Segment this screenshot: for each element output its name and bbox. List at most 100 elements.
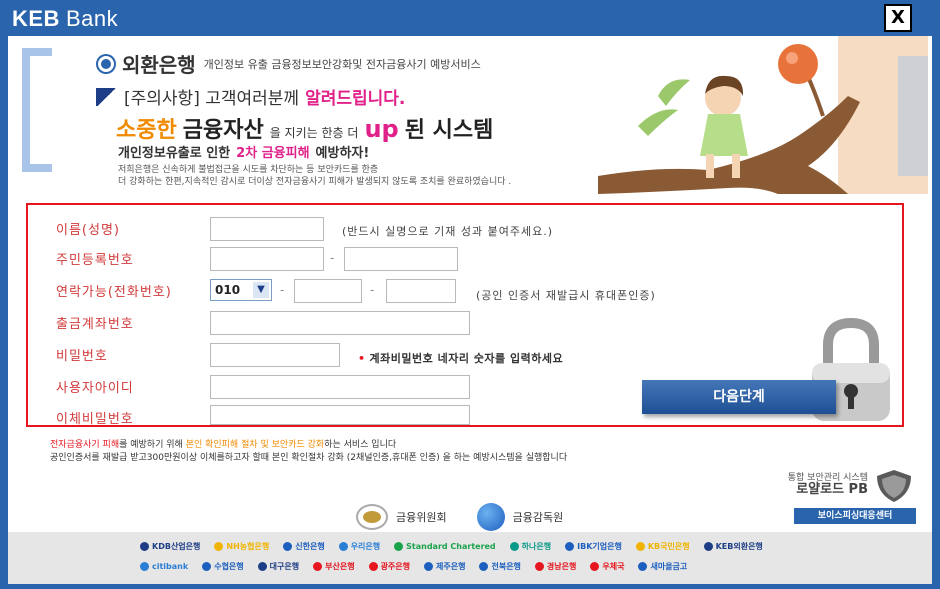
notice-line: [주의사항] 고객여러분께 알려드립니다.: [96, 84, 405, 109]
partner-bank-logo: 우리은행: [338, 541, 380, 552]
partner-bank-name: NH농협은행: [226, 542, 270, 551]
headline-small: 을 지키는 한층 더: [269, 126, 359, 140]
notice-banner: 외환은행 개인정보 유출 금융정보보안강화및 전자금융사기 예방서비스 [주의사…: [8, 36, 932, 196]
partner-bank-logo: 경남은행: [534, 561, 577, 572]
bank-logo-icon: [368, 562, 378, 571]
phone-dash-2: -: [370, 283, 375, 297]
bank-logo-icon: [703, 542, 713, 551]
partner-bank-name: KB국민은행: [647, 542, 690, 551]
rrn-dash: -: [330, 251, 335, 265]
subline-b: 예방하자!: [315, 146, 370, 161]
partner-bank-name: 제주은행: [436, 562, 466, 571]
bank-logo-icon: [214, 542, 224, 551]
girl-on-branch-illustration: [598, 36, 928, 194]
bank-logo-icon: [257, 562, 267, 571]
voice-phishing-center-button[interactable]: 보이스피싱대응센터: [794, 508, 916, 524]
partner-bank-name: KDB산업은행: [152, 542, 201, 551]
subline: 개인정보유출로 인한 2차 금융피해 예방하자!: [118, 142, 369, 161]
userid-label: 사용자아이디: [56, 381, 134, 396]
bank-name: 외환은행: [122, 53, 196, 77]
rrn-first-input[interactable]: [210, 247, 324, 271]
partner-bank-logo: citibank: [140, 561, 188, 572]
name-label: 이름(성명): [56, 223, 120, 238]
rrn-label: 주민등록번호: [56, 253, 134, 268]
headline-orange: 소중한: [116, 118, 177, 143]
transfer-password-input[interactable]: [210, 405, 470, 425]
partner-bank-logo: 광주은행: [368, 561, 410, 572]
phone-middle-input[interactable]: [294, 279, 362, 303]
partner-bank-logo: 부산은행: [313, 561, 355, 572]
partner-bank-logo: Standard Chartered: [394, 541, 496, 552]
subline-red: 2차 금융피해: [236, 146, 310, 161]
info-b: 하는 서비스 입니다: [324, 440, 397, 450]
bullet-icon: [98, 55, 114, 72]
transfer-password-label: 이체비밀번호: [56, 412, 134, 427]
partner-bank-name: 새마을금고: [650, 562, 688, 571]
bank-logo-icon: [140, 542, 149, 551]
partner-bank-name: 신한은행: [295, 542, 325, 551]
service-description-2: 공인인증서를 재발급 받고300만원이상 이체를하고자 할때 본인 확인절차 강…: [50, 453, 568, 463]
popup-content: 외환은행 개인정보 유출 금융정보보안강화및 전자금융사기 예방서비스 [주의사…: [8, 36, 932, 584]
partner-bank-logo: 하나은행: [509, 541, 551, 552]
phone-prefix-select[interactable]: 010 ▼: [210, 279, 272, 301]
partner-bank-logo: 우체국: [590, 561, 624, 572]
agency-logos: 금융위원회 금융감독원: [356, 503, 563, 531]
headline: 소중한 금융자산 을 지키는 한층 더 up 된 시스템: [116, 112, 493, 144]
bank-logo-icon: [283, 542, 293, 551]
partner-bank-name: 우체국: [602, 562, 625, 571]
partner-row-1: KDB산업은행 NH농협은행 신한은행 우리은행 Standard Chartered 하…: [140, 541, 763, 552]
partner-row-2: citibank 수협은행 대구은행 부산은행 광주은행 제주은행 전북은행 경남은행 우체국 새…: [140, 561, 687, 572]
bank-logo-icon: [140, 562, 149, 571]
notice-highlight: 알려드립니다.: [305, 89, 406, 109]
flag-icon: [96, 87, 118, 106]
bank-logo-icon: [590, 562, 600, 571]
partner-bank-logo: IBK기업은행: [565, 541, 622, 552]
phone-last-input[interactable]: [386, 279, 456, 303]
agency-fsc-label: 금융위원회: [396, 511, 447, 524]
partner-bank-name: Standard Chartered: [406, 542, 496, 551]
shield-icon: [877, 470, 911, 502]
headline-end: 된 시스템: [404, 118, 494, 143]
bank-logo-icon: [202, 562, 212, 571]
partner-bank-name: 경남은행: [546, 562, 577, 571]
agency-fss: 금융감독원: [476, 503, 564, 531]
rrn-second-input[interactable]: [344, 247, 458, 271]
partner-bank-name: 대구은행: [269, 562, 300, 571]
security-system-badge: 통합 보안관리 시스템 로얄로드 PB 보이스피싱대응센터: [738, 468, 918, 526]
partner-bank-name: IBK기업은행: [577, 542, 622, 551]
password-note: • 계좌비밀번호 네자리 숫자를 입력하세요: [358, 350, 563, 366]
headline-dark: 금융자산: [182, 118, 264, 143]
partner-bank-logo: KDB산업은행: [140, 541, 200, 552]
userid-input[interactable]: [210, 375, 470, 399]
partner-banks-strip: KDB산업은행 NH농협은행 신한은행 우리은행 Standard Chartered 하…: [8, 532, 932, 584]
bank-logo-icon: [479, 562, 489, 571]
partner-bank-logo: 새마을금고: [638, 561, 687, 572]
partner-bank-name: 수협은행: [214, 562, 244, 571]
bank-logo-icon: [338, 542, 348, 551]
partner-bank-logo: 대구은행: [257, 561, 300, 572]
fss-emblem-icon: [476, 503, 505, 531]
close-button[interactable]: X: [884, 4, 912, 32]
agency-fsc: 금융위원회: [356, 504, 447, 530]
popup-window: KEB Bank X 외환은행 개인정보 유출 금융정보보안강화및 전자금융사기 …: [0, 0, 940, 589]
partner-bank-name: KEB외환은행: [715, 542, 763, 551]
bank-logo-icon: [394, 542, 404, 551]
notice-prefix: [주의사항] 고객여러분께: [124, 89, 300, 109]
phone-prefix-value: 010: [215, 283, 241, 297]
info-orange: 본인 확인피해 절차 및 보안카드 강화: [185, 440, 325, 450]
subline-a: 개인정보유출로 인한: [118, 146, 231, 161]
name-input[interactable]: [210, 217, 324, 241]
bank-logo-icon: [534, 562, 544, 571]
partner-bank-logo: 신한은행: [283, 541, 325, 552]
agency-fss-label: 금융감독원: [512, 511, 564, 524]
verification-form: 이름(성명) (반드시 실명으로 기재 성과 붙여주세요.) 주민등록번호 - …: [26, 203, 904, 427]
account-input[interactable]: [210, 311, 470, 335]
chevron-down-icon[interactable]: ▼: [253, 282, 269, 298]
phone-dash-1: -: [280, 283, 285, 297]
bank-logo-icon: [638, 562, 648, 571]
required-star-icon: •: [358, 352, 366, 365]
name-note: (반드시 실명으로 기재 성과 붙여주세요.): [342, 225, 553, 238]
password-input[interactable]: [210, 343, 340, 367]
partner-bank-logo: 제주은행: [424, 561, 465, 572]
next-step-button[interactable]: 다음단계: [642, 380, 836, 414]
